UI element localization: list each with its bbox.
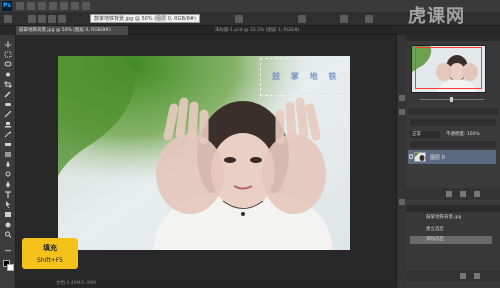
status-bar: 文档:5.49M/5.49M [16,280,396,288]
menu-item[interactable] [71,2,79,10]
opacity-label[interactable]: 不透明度: 100% [446,131,496,138]
path-select-tool-icon[interactable] [4,201,12,208]
tool-preset-button[interactable] [4,15,12,23]
move-tool-icon[interactable] [4,41,12,48]
menu-item[interactable] [60,2,68,10]
navigator-zoom-row [410,97,494,103]
tab-inactive-document[interactable]: 未标题-1.psd @ 33.3% (图层 1, RGB/8) [212,26,332,35]
new-snapshot-icon[interactable] [460,273,466,279]
shortcut-tip-title: 填充 [43,244,57,252]
intersect-selection-button[interactable] [58,15,66,23]
menu-item[interactable] [49,2,57,10]
type-tool-icon[interactable] [4,191,12,198]
tab-active-document[interactable]: 鼓掌地铁背景.jpg @ 50% (图层 0, RGB/8#) [16,26,128,35]
blend-mode-select[interactable]: 正常 [410,131,440,138]
background-color-swatch[interactable] [7,264,14,271]
layers-tabs[interactable] [408,108,498,115]
history-brush-tool-icon[interactable] [4,131,12,138]
history-source-file: 鼓掌地铁背景.jpg [426,215,462,220]
history-step-label: 建立选区 [426,227,444,232]
lasso-tool-icon[interactable] [4,61,12,68]
new-group-icon[interactable] [446,191,452,197]
shape-tool-icon[interactable] [4,211,12,218]
selection-text: 鼓 掌 地 铁 [272,71,341,81]
add-selection-button[interactable] [38,15,46,23]
trash-icon[interactable] [474,273,480,279]
navigator-panel-header[interactable] [406,35,500,41]
trash-icon[interactable] [474,191,480,197]
zoom-tool-icon[interactable] [4,231,12,238]
gradient-tool-icon[interactable] [4,151,12,158]
new-layer-icon[interactable] [460,191,466,197]
history-step[interactable]: 建立选区 [410,226,492,234]
healing-brush-tool-icon[interactable] [4,101,12,108]
layer-filter-row[interactable] [410,119,496,126]
layers-footer [406,188,500,200]
panel-toggle-icon[interactable] [399,95,405,101]
workspace-button[interactable] [365,15,373,23]
refine-edge-button[interactable] [235,15,243,23]
toolbox [0,35,16,288]
more-tools-icon[interactable] [4,247,12,254]
document-size-status: 文档:5.49M/5.49M [56,281,96,286]
layer-name[interactable]: 图层 0 [430,154,445,161]
option-button[interactable] [340,15,348,23]
eye-icon[interactable] [409,154,413,159]
panel-toggle-icon[interactable] [399,199,405,205]
hand-tool-icon[interactable] [4,221,12,228]
menu-item[interactable] [16,2,24,10]
brush-tool-icon[interactable] [4,111,12,118]
zoom-slider-handle[interactable] [450,97,453,102]
blur-tool-icon[interactable] [4,161,12,168]
menu-item[interactable] [27,2,35,10]
menu-item[interactable] [38,2,46,10]
panel-icon-strip [396,35,406,288]
lock-row[interactable] [410,141,496,148]
watermark-logo: 虎课网 [408,6,465,27]
option-button[interactable] [298,15,306,23]
navigator-view-frame[interactable] [415,47,482,89]
new-selection-button[interactable] [28,15,36,23]
eyedropper-tool-icon[interactable] [4,91,12,98]
marquee-tool-icon[interactable] [4,51,12,58]
dodge-tool-icon[interactable] [4,171,12,178]
menu-item[interactable] [82,2,90,10]
layer-thumbnail [414,152,426,162]
history-step-current[interactable]: 清除选区 [410,236,492,244]
document-tab-bar: 鼓掌地铁背景.jpg @ 50% (图层 0, RGB/8#) 未标题-1.ps… [16,26,396,35]
stamp-tool-icon[interactable] [4,121,12,128]
file-tooltip: 鼓掌地铁背景.jpg @ 50% (图层 0, RGB/8#) [90,14,200,23]
pen-tool-icon[interactable] [4,181,12,188]
history-footer [406,270,500,282]
history-step-label: 清除选区 [426,237,444,242]
history-panel-header[interactable] [406,205,500,212]
subtract-selection-button[interactable] [48,15,56,23]
shortcut-tip: 填充 Shift+F5 [22,238,78,269]
layer-thumbnail-image [415,153,425,161]
shortcut-tip-keys: Shift+F5 [37,257,63,264]
eraser-tool-icon[interactable] [4,141,12,148]
photoshop-logo: Ps [2,1,12,11]
history-source-row[interactable]: 鼓掌地铁背景.jpg [410,214,492,222]
quick-select-tool-icon[interactable] [4,71,12,78]
crop-tool-icon[interactable] [4,81,12,88]
panel-toggle-icon[interactable] [399,109,405,115]
